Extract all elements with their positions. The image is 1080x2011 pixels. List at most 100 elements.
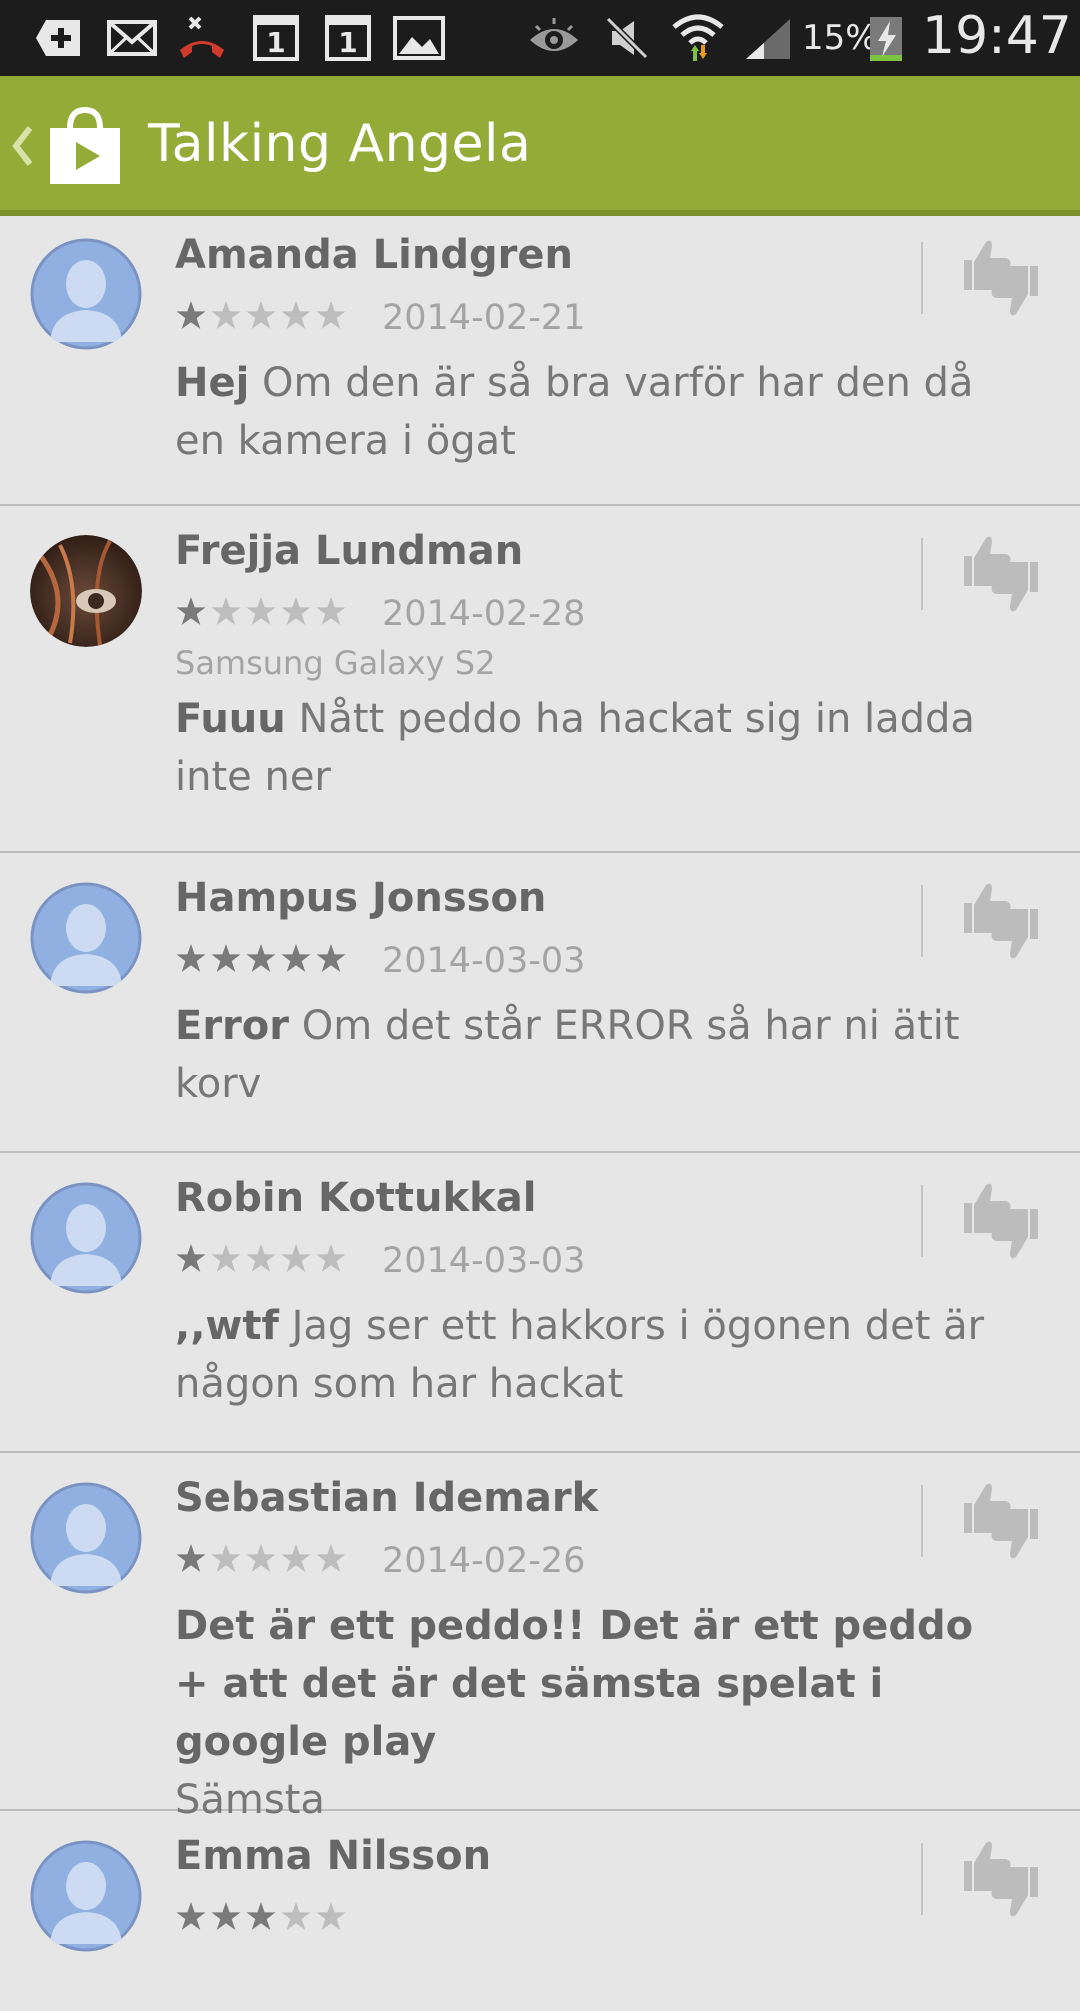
star-filled-icon — [176, 944, 206, 972]
review-author: Robin Kottukkal — [175, 1175, 537, 1221]
star-empty-icon — [316, 597, 346, 625]
action-bar: Talking Angela — [0, 76, 1080, 216]
avatar[interactable] — [30, 535, 142, 647]
star-empty-icon — [211, 301, 241, 329]
review-item: Robin Kottukkal 2014-03-03 ,,wtf Jag ser… — [0, 1153, 1080, 1453]
divider — [921, 885, 923, 957]
calendar-icon: 1 — [324, 14, 372, 62]
review-date: 2014-02-21 — [382, 298, 586, 338]
review-text: Det är ett peddo!! Det är ett peddo + at… — [175, 1597, 1015, 1829]
add-notification-icon — [34, 14, 86, 62]
review-date: 2014-03-03 — [382, 1241, 586, 1281]
avatar[interactable] — [30, 1182, 142, 1294]
review-date: 2014-02-28 — [382, 594, 586, 634]
battery-charging-icon — [866, 14, 906, 62]
star-empty-icon — [211, 597, 241, 625]
divider — [921, 1485, 923, 1557]
gallery-icon — [392, 14, 446, 62]
avatar[interactable] — [30, 1482, 142, 1594]
review-text: Error Om det står ERROR så har ni ätit k… — [175, 997, 1015, 1113]
star-empty-icon — [316, 1902, 346, 1930]
review-item: Hampus Jonsson 2014-03-03 Error Om det s… — [0, 853, 1080, 1153]
star-rating — [175, 300, 347, 330]
star-filled-icon — [176, 1544, 206, 1572]
review-item: Sebastian Idemark 2014-02-26 Det är ett … — [0, 1453, 1080, 1823]
missed-call-icon — [176, 14, 228, 62]
thumbs-up-down-icon[interactable] — [958, 879, 1044, 967]
review-author: Frejja Lundman — [175, 528, 524, 574]
review-text: Hej Om den är så bra varför har den då e… — [175, 354, 1015, 470]
star-empty-icon — [281, 301, 311, 329]
star-filled-icon — [246, 1902, 276, 1930]
star-rating — [175, 1901, 347, 1931]
review-text: Fuuu Nått peddo ha hackat sig in ladda i… — [175, 690, 1015, 806]
divider — [921, 1185, 923, 1257]
review-body: Jag ser ett hakkors i ögonen det är någo… — [175, 1303, 985, 1407]
page-title: Talking Angela — [148, 114, 532, 174]
star-filled-icon — [176, 301, 206, 329]
star-empty-icon — [281, 1902, 311, 1930]
signal-icon — [744, 14, 792, 62]
star-filled-icon — [281, 944, 311, 972]
divider — [921, 242, 923, 314]
star-rating — [175, 943, 347, 973]
reviews-list[interactable]: Amanda Lindgren 2014-02-21 Hej Om den är… — [0, 216, 1080, 2011]
review-item: Emma Nilsson — [0, 1811, 1080, 2011]
review-text: ,,wtf Jag ser ett hakkors i ögonen det ä… — [175, 1297, 1015, 1413]
star-rating — [175, 1243, 347, 1273]
avatar[interactable] — [30, 1840, 142, 1952]
review-author: Hampus Jonsson — [175, 875, 547, 921]
thumbs-up-down-icon[interactable] — [958, 1479, 1044, 1567]
mute-icon — [604, 14, 650, 62]
star-empty-icon — [246, 301, 276, 329]
review-date: 2014-02-26 — [382, 1541, 586, 1581]
smart-stay-eye-icon — [526, 14, 582, 62]
review-item: Frejja Lundman 2014-02-28 Samsung Galaxy… — [0, 506, 1080, 853]
mail-icon — [106, 14, 158, 62]
thumbs-up-down-icon[interactable] — [958, 532, 1044, 620]
review-item: Amanda Lindgren 2014-02-21 Hej Om den är… — [0, 216, 1080, 506]
star-empty-icon — [281, 597, 311, 625]
review-title: Error — [175, 1003, 289, 1049]
star-rating — [175, 1543, 347, 1573]
review-body: Om det står ERROR så har ni ätit korv — [175, 1003, 960, 1107]
star-empty-icon — [281, 1244, 311, 1272]
star-filled-icon — [316, 944, 346, 972]
calendar-day: 1 — [338, 25, 358, 59]
review-body: Nått peddo ha hackat sig in ladda inte n… — [175, 696, 975, 800]
star-filled-icon — [176, 597, 206, 625]
clock: 19:47 — [922, 6, 1072, 66]
wifi-icon — [670, 14, 726, 62]
review-title: Hej — [175, 360, 250, 406]
divider — [921, 538, 923, 610]
review-date: 2014-03-03 — [382, 941, 586, 981]
star-filled-icon — [176, 1902, 206, 1930]
review-title: Fuuu — [175, 696, 286, 742]
star-empty-icon — [246, 1244, 276, 1272]
review-title: ,,wtf — [175, 1303, 279, 1349]
thumbs-up-down-icon[interactable] — [958, 1179, 1044, 1267]
review-author: Amanda Lindgren — [175, 232, 573, 278]
status-bar: 1 1 15% 19:47 — [0, 0, 1080, 76]
avatar[interactable] — [30, 882, 142, 994]
star-empty-icon — [246, 1544, 276, 1572]
review-device: Samsung Galaxy S2 — [175, 644, 496, 682]
star-empty-icon — [316, 1244, 346, 1272]
star-empty-icon — [316, 301, 346, 329]
review-title: Det är ett peddo!! Det är ett peddo + at… — [175, 1603, 974, 1765]
review-author: Emma Nilsson — [175, 1833, 492, 1879]
avatar[interactable] — [30, 238, 142, 350]
star-filled-icon — [246, 944, 276, 972]
star-empty-icon — [211, 1544, 241, 1572]
review-body: Om den är så bra varför har den då en ka… — [175, 360, 974, 464]
thumbs-up-down-icon[interactable] — [958, 236, 1044, 324]
back-chevron-icon[interactable] — [10, 124, 34, 172]
star-empty-icon — [246, 597, 276, 625]
star-filled-icon — [211, 1902, 241, 1930]
star-filled-icon — [211, 944, 241, 972]
star-empty-icon — [316, 1544, 346, 1572]
play-store-icon[interactable] — [48, 106, 122, 190]
thumbs-up-down-icon[interactable] — [958, 1837, 1044, 1925]
star-filled-icon — [176, 1244, 206, 1272]
star-empty-icon — [211, 1244, 241, 1272]
